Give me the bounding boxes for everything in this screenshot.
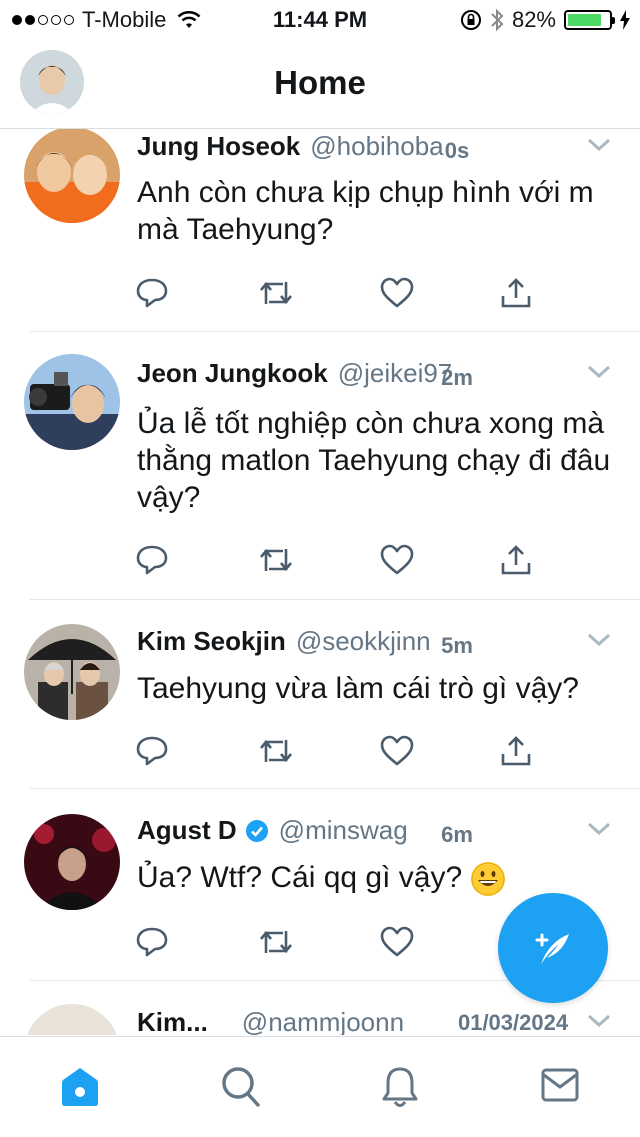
retweet-icon[interactable] xyxy=(257,734,295,773)
tweet-text: Taehyung vừa làm cái trò gì vậy? xyxy=(137,672,579,705)
reply-icon[interactable] xyxy=(135,543,169,582)
reply-icon[interactable] xyxy=(135,734,169,773)
tweet-text: Ủa? Wtf? Cái qq gì vậy? xyxy=(137,861,463,894)
tweet-time: 0s xyxy=(444,138,470,163)
tab-search[interactable] xyxy=(220,1065,262,1114)
status-right: 82% xyxy=(460,7,630,33)
tab-notifications[interactable] xyxy=(382,1065,418,1114)
tab-home[interactable] xyxy=(60,1065,100,1114)
heart-icon[interactable] xyxy=(379,734,415,773)
tweet-text-wrapper: Ủa? Wtf? Cái qq gì vậy? xyxy=(137,859,620,897)
status-bar: T-Mobile 11:44 PM 82% xyxy=(0,0,640,40)
reply-icon[interactable] xyxy=(135,925,169,964)
username: @nammjoonn xyxy=(241,1007,405,1035)
compose-feather-icon xyxy=(535,933,569,964)
tweet-time: 6m xyxy=(441,822,473,847)
avatar[interactable] xyxy=(24,624,120,720)
tweet-header: Jung Hoseok @hobihoba 0s xyxy=(137,131,612,163)
avatar[interactable] xyxy=(24,1004,120,1035)
tweet-actions xyxy=(135,276,535,312)
tweet[interactable]: Jung Hoseok @hobihoba 0s Anh còn chưa kị… xyxy=(0,129,640,332)
chevron-down-icon[interactable] xyxy=(586,137,612,153)
tweet[interactable]: Jeon Jungkook @jeikei97 2m Ủa lễ tốt ngh… xyxy=(0,332,640,600)
home-icon xyxy=(62,1068,98,1106)
bell-icon xyxy=(382,1067,418,1107)
tweet-actions xyxy=(135,925,535,961)
share-icon[interactable] xyxy=(499,734,533,773)
nav-bar: Home xyxy=(0,40,640,129)
display-name[interactable]: Kim... xyxy=(137,1007,208,1035)
heart-icon[interactable] xyxy=(379,276,415,315)
orientation-lock-icon xyxy=(460,10,481,30)
share-icon[interactable] xyxy=(499,276,533,315)
grinning-emoji-icon xyxy=(470,862,505,897)
search-icon xyxy=(222,1067,260,1107)
heart-icon[interactable] xyxy=(379,925,415,964)
mail-icon xyxy=(541,1068,579,1102)
battery-icon xyxy=(564,10,615,30)
tweet-header: Jeon Jungkook @jeikei97 2m xyxy=(137,358,612,390)
reply-icon[interactable] xyxy=(135,276,169,315)
battery-percent: 82% xyxy=(511,7,556,32)
retweet-icon[interactable] xyxy=(257,925,295,964)
charging-icon xyxy=(620,10,630,30)
chevron-down-icon[interactable] xyxy=(586,821,612,837)
tab-bar xyxy=(0,1036,640,1137)
tweet-actions xyxy=(135,543,535,579)
chevron-down-icon[interactable] xyxy=(586,364,612,380)
retweet-icon[interactable] xyxy=(257,276,295,315)
compose-tweet-button[interactable] xyxy=(498,893,608,1003)
tweet[interactable]: Kim Seokjin @seokkjinn 5m Taehyung vừa l… xyxy=(0,600,640,789)
bluetooth-icon xyxy=(491,8,504,32)
retweet-icon[interactable] xyxy=(257,543,295,582)
tweet-time: 5m xyxy=(441,633,473,658)
tab-messages[interactable] xyxy=(540,1065,580,1110)
share-icon[interactable] xyxy=(499,543,533,582)
page-title: Home xyxy=(274,64,366,101)
avatar[interactable] xyxy=(24,814,120,910)
tweet-time: 01/03/2024 xyxy=(457,1009,569,1035)
tweet-text: Anh còn chưa kịp chụp hình với m mà Taeh… xyxy=(137,176,594,246)
tweet-header: Kim Seokjin @seokkjinn 5m xyxy=(137,626,612,658)
tweet-header: Agust D @minswag 6m xyxy=(137,815,612,847)
chevron-down-icon[interactable] xyxy=(586,632,612,648)
chevron-down-icon[interactable] xyxy=(586,1013,612,1029)
tweet-header: Kim... @nammjoonn 01/03/2024 xyxy=(137,1007,612,1035)
avatar[interactable] xyxy=(24,354,120,450)
tweet-text: Ủa lễ tốt nghiệp còn chưa xong mà thằng … xyxy=(137,407,611,514)
heart-icon[interactable] xyxy=(379,543,415,582)
avatar[interactable] xyxy=(24,129,120,223)
tweet-time: 2m xyxy=(441,365,473,390)
tweet-actions xyxy=(135,734,535,770)
